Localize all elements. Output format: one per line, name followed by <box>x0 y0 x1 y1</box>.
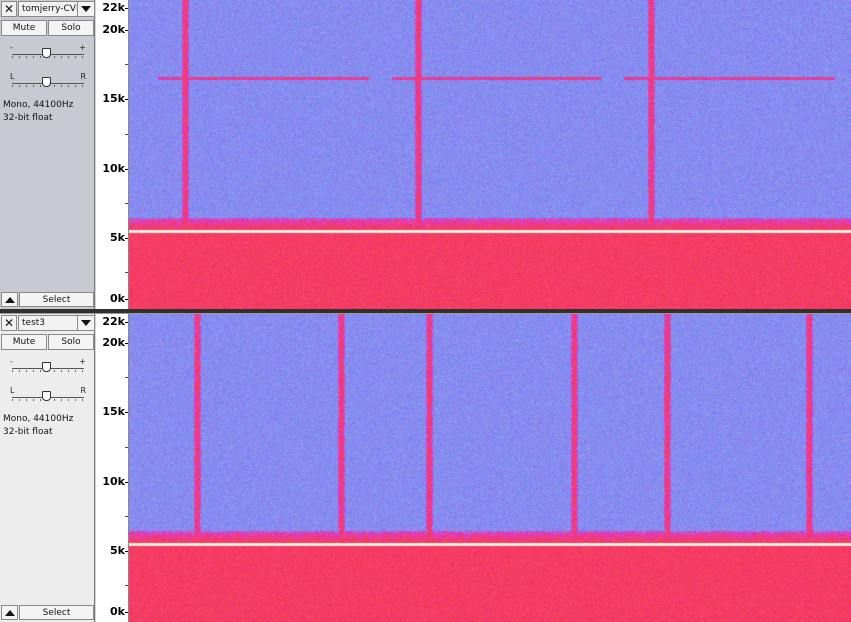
track-test3: ✕ test3 Mute Solo - + L R Mono, 44100Hz … <box>0 314 851 622</box>
pan-right-label: R <box>80 386 86 395</box>
track-info: Mono, 44100Hz 32-bit float <box>3 413 73 439</box>
solo-button[interactable]: Solo <box>48 334 94 350</box>
ruler-label-0k: 0k <box>110 292 128 305</box>
pan-slider[interactable]: L R <box>10 386 86 402</box>
close-track-button[interactable]: ✕ <box>1 315 17 331</box>
frequency-ruler: 22k 20k 15k 10k 5k 0k <box>96 314 129 622</box>
ruler-minor-tick <box>125 203 128 204</box>
track-control-panel: ✕ tomjerry-CVB Mute Solo - + L R Mono, 4… <box>0 0 95 309</box>
track-title-bar: ✕ test3 <box>1 315 95 331</box>
mute-button[interactable]: Mute <box>1 20 47 36</box>
spectrogram-view[interactable] <box>129 0 851 309</box>
ruler-minor-tick <box>125 447 128 448</box>
track-title-bar: ✕ tomjerry-CVB <box>1 1 95 17</box>
spectrogram-view[interactable] <box>129 314 851 622</box>
ruler-label-22k: 22k <box>102 1 128 14</box>
ruler-label-10k: 10k <box>102 162 128 175</box>
pan-thumb[interactable] <box>42 391 52 401</box>
track-menu-dropdown-icon[interactable] <box>78 1 95 17</box>
track-info: Mono, 44100Hz 32-bit float <box>3 99 73 125</box>
ruler-label-20k: 20k <box>102 336 128 349</box>
sample-rate-label: Mono, 44100Hz <box>3 100 74 110</box>
gain-plus-label: + <box>79 357 86 366</box>
select-button[interactable]: Select <box>19 292 94 307</box>
frequency-ruler: 22k 20k 15k 10k 5k 0k <box>96 0 129 309</box>
pan-right-label: R <box>80 72 86 81</box>
ruler-label-0k: 0k <box>110 605 128 618</box>
ruler-minor-tick <box>125 377 128 378</box>
gain-slider[interactable]: - + <box>10 43 86 59</box>
track-name-button[interactable]: test3 <box>18 315 78 331</box>
ruler-minor-tick <box>125 134 128 135</box>
gain-slider[interactable]: - + <box>10 357 86 373</box>
gain-thumb[interactable] <box>42 48 52 58</box>
gain-minus-label: - <box>10 357 13 366</box>
close-track-button[interactable]: ✕ <box>1 1 17 17</box>
ruler-minor-tick <box>125 272 128 273</box>
ruler-minor-tick <box>125 516 128 517</box>
gain-plus-label: + <box>79 43 86 52</box>
pan-thumb[interactable] <box>42 77 52 87</box>
track-control-panel: ✕ test3 Mute Solo - + L R Mono, 44100Hz … <box>0 314 95 622</box>
track-tomjerry: ✕ tomjerry-CVB Mute Solo - + L R Mono, 4… <box>0 0 851 309</box>
mute-button[interactable]: Mute <box>1 334 47 350</box>
sample-format-label: 32-bit float <box>3 427 53 437</box>
pan-left-label: L <box>10 386 15 395</box>
track-menu-dropdown-icon[interactable] <box>78 315 95 331</box>
ruler-label-5k: 5k <box>110 231 128 244</box>
ruler-label-22k: 22k <box>102 315 128 328</box>
pan-left-label: L <box>10 72 15 81</box>
gain-thumb[interactable] <box>42 362 52 372</box>
ruler-label-20k: 20k <box>102 23 128 36</box>
track-name-button[interactable]: tomjerry-CVB <box>18 1 78 17</box>
ruler-label-15k: 15k <box>102 92 128 105</box>
select-button[interactable]: Select <box>19 605 94 620</box>
ruler-label-15k: 15k <box>102 405 128 418</box>
sample-rate-label: Mono, 44100Hz <box>3 414 74 424</box>
sample-format-label: 32-bit float <box>3 113 53 123</box>
collapse-track-icon[interactable] <box>1 292 18 307</box>
pan-slider[interactable]: L R <box>10 72 86 88</box>
ruler-minor-tick <box>125 585 128 586</box>
ruler-label-10k: 10k <box>102 475 128 488</box>
ruler-minor-tick <box>125 64 128 65</box>
solo-button[interactable]: Solo <box>48 20 94 36</box>
ruler-label-5k: 5k <box>110 544 128 557</box>
gain-minus-label: - <box>10 43 13 52</box>
collapse-track-icon[interactable] <box>1 605 18 620</box>
